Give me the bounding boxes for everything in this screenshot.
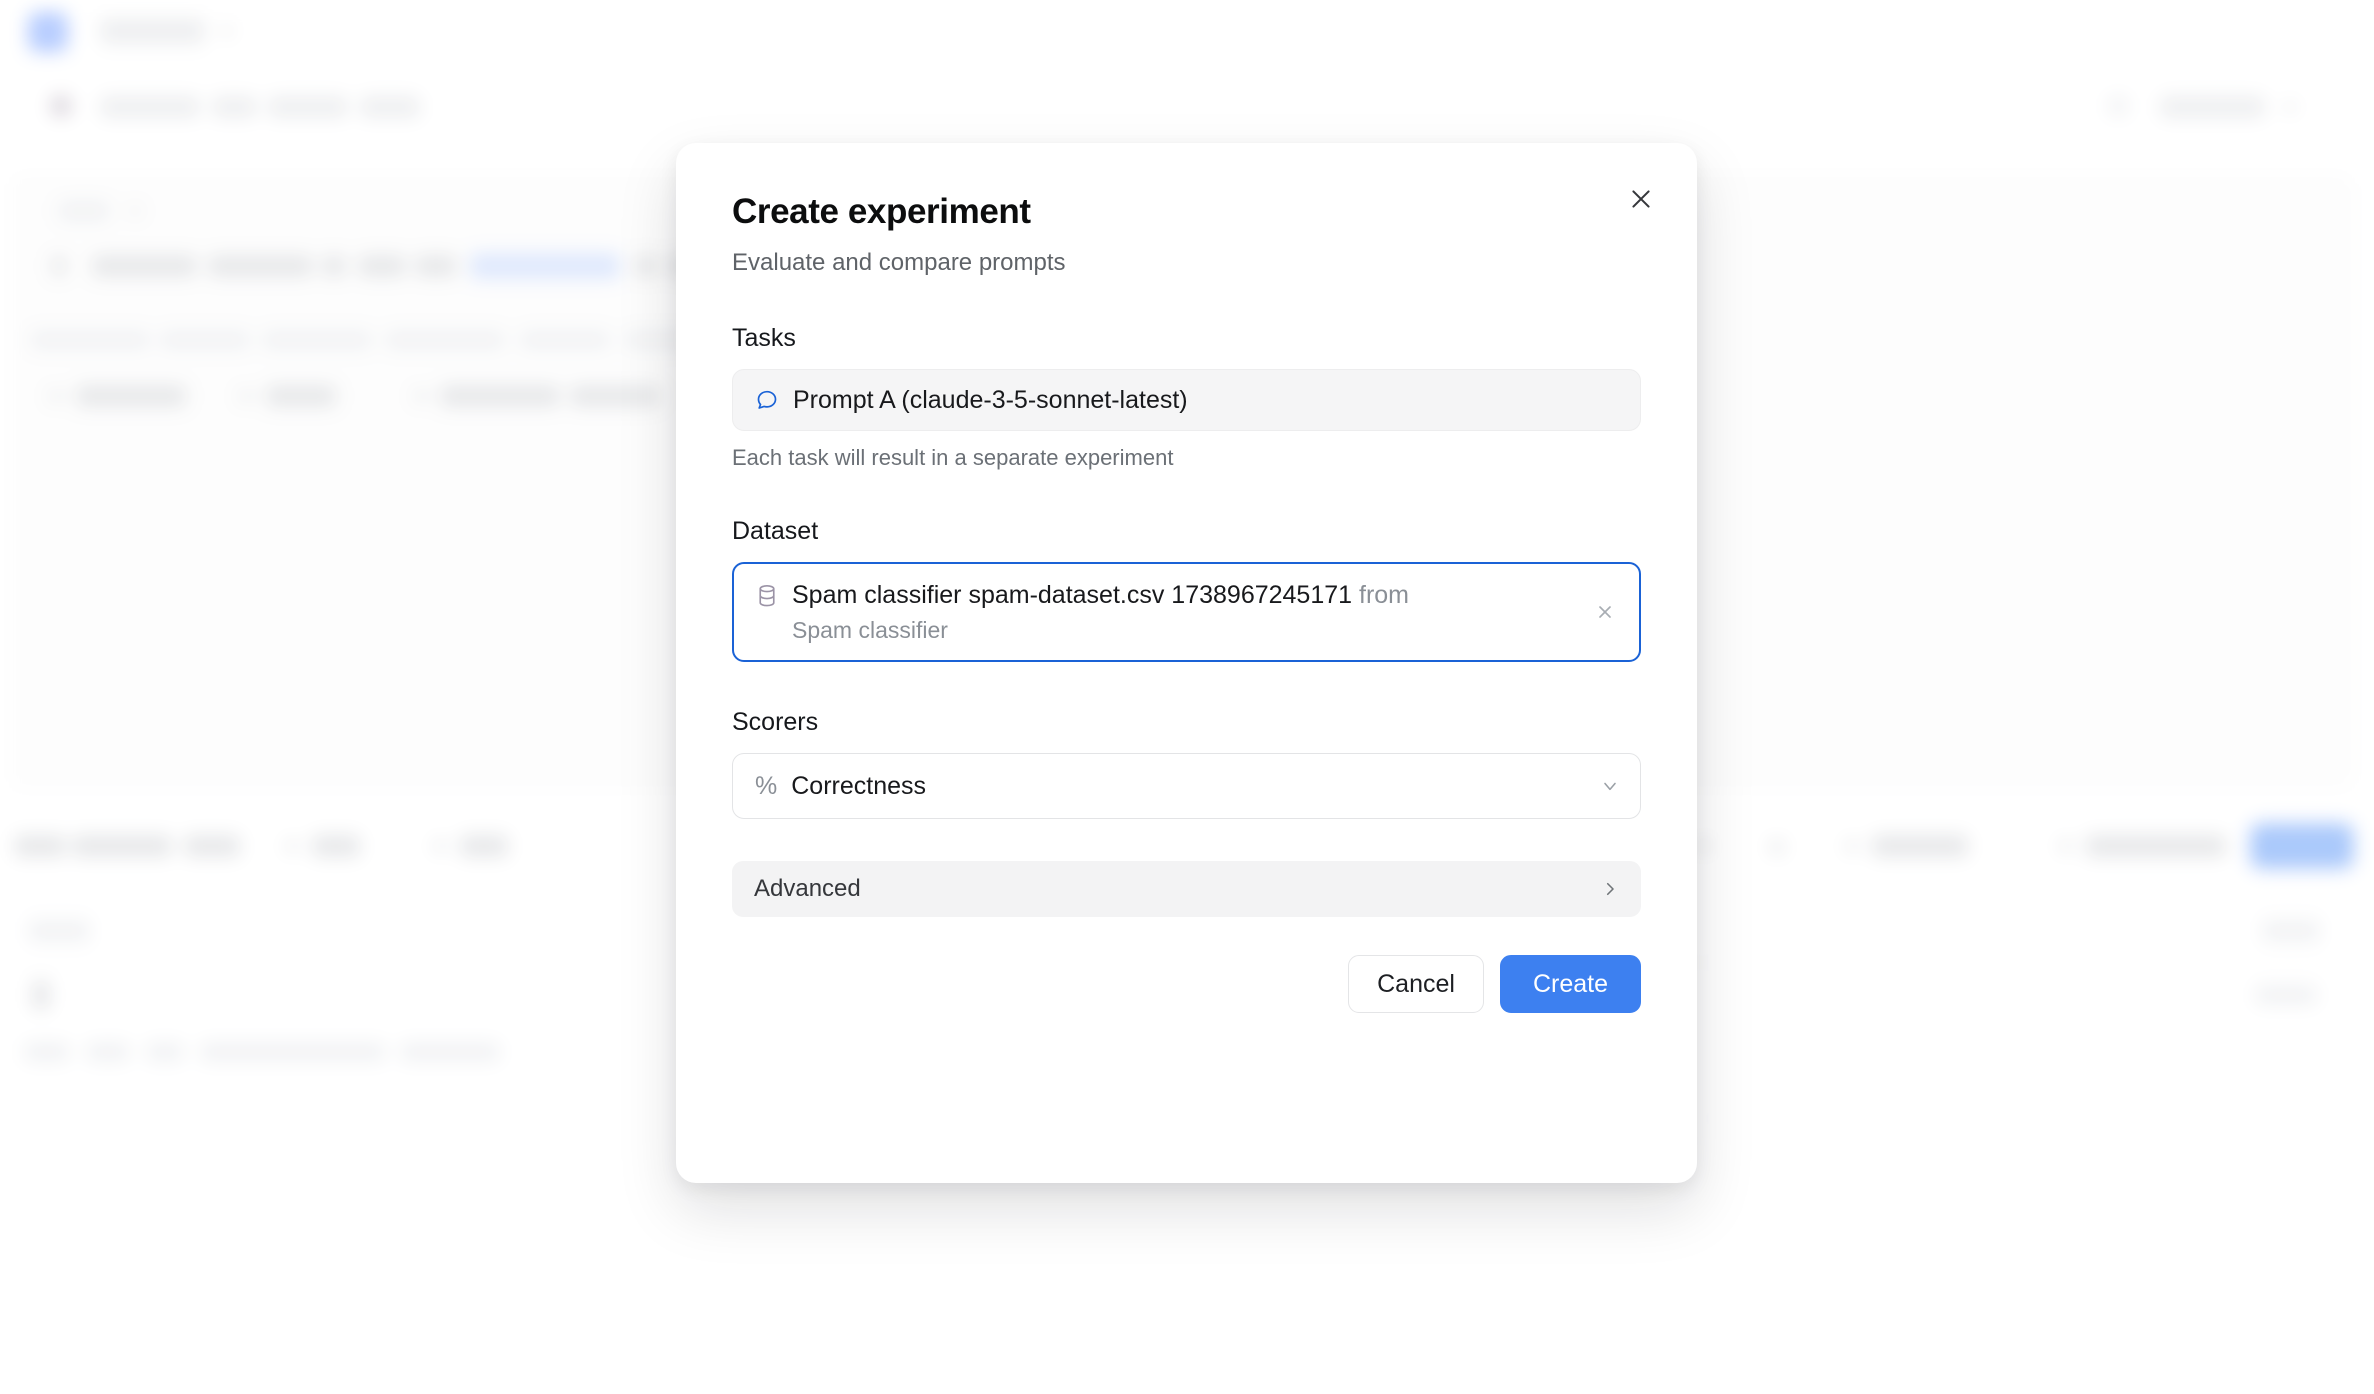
percent-icon: % (755, 771, 778, 800)
chevron-right-icon (1601, 880, 1619, 898)
create-experiment-dialog: Create experiment Evaluate and compare p… (676, 143, 1697, 1183)
close-icon[interactable] (1621, 179, 1661, 219)
dataset-from-word: from (1359, 581, 1409, 610)
chat-bubble-icon (755, 388, 779, 412)
tasks-label: Tasks (732, 324, 796, 353)
scorers-select[interactable]: % Correctness (732, 753, 1641, 820)
tasks-field[interactable]: Prompt A (claude-3-5-sonnet-latest) (732, 369, 1641, 432)
scorers-label: Scorers (732, 708, 819, 737)
scorers-section: Scorers % Correctness (732, 708, 1641, 820)
close-small-icon[interactable] (1589, 596, 1621, 628)
page-title: Create experiment (732, 192, 1031, 231)
cancel-button[interactable]: Cancel (1348, 955, 1484, 1014)
dataset-label: Dataset (732, 517, 819, 546)
create-button[interactable]: Create (1499, 955, 1641, 1014)
tasks-value: Prompt A (claude-3-5-sonnet-latest) (793, 385, 1188, 414)
dialog-footer: Cancel Create (732, 955, 1641, 1014)
dataset-section: Dataset Spam classifier spam-dataset.csv… (732, 517, 1641, 663)
dataset-name: Spam classifier spam-dataset.csv 1738967… (792, 581, 1353, 610)
database-icon (756, 584, 778, 613)
dataset-field[interactable]: Spam classifier spam-dataset.csv 1738967… (732, 562, 1641, 663)
chevron-down-icon (1600, 776, 1620, 796)
dialog-subtitle: Evaluate and compare prompts (732, 249, 1066, 276)
dataset-project: Spam classifier (792, 617, 948, 644)
tasks-helper-text: Each task will result in a separate expe… (732, 445, 1174, 471)
advanced-label: Advanced (754, 875, 861, 903)
advanced-accordion[interactable]: Advanced (732, 861, 1641, 918)
scorers-value: Correctness (791, 771, 926, 800)
tasks-section: Tasks Prompt A (claude-3-5-sonnet-latest… (732, 324, 1641, 471)
